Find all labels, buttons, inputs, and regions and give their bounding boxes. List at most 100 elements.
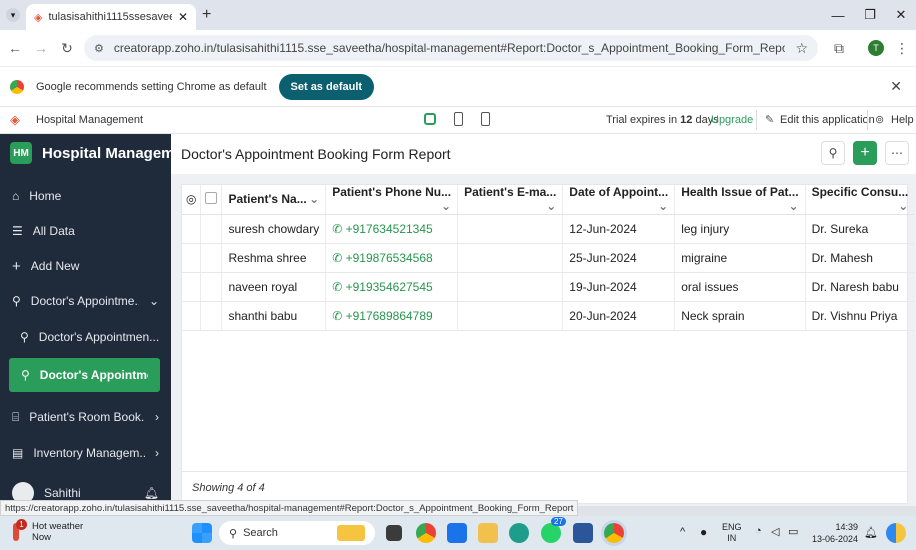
plus-icon: + [12, 257, 21, 275]
sidebar-item-inventory-management[interactable]: ▤ Inventory Managem... › [0, 436, 171, 470]
close-tab-icon[interactable]: ✕ [178, 10, 188, 24]
table-header-row: ◎ Patient's Na... ⌄ Patient's Phone Nu..… [182, 185, 915, 215]
whatsapp-icon[interactable]: 27 [541, 517, 566, 543]
cell-consultant: Dr. Mahesh [805, 243, 915, 273]
browser-menu-icon[interactable]: ⋮ [893, 39, 911, 57]
restore-icon[interactable]: ❐ [855, 5, 885, 25]
tray-chevron-up-icon[interactable]: ^ [680, 526, 685, 538]
bell-icon[interactable]: 🔔︎ [144, 486, 159, 500]
volume-icon[interactable]: ◁ [771, 525, 779, 538]
help-icon: ⊚ [875, 114, 885, 126]
sidebar-item-doctors-appointment-report[interactable]: ⚲ Doctor's Appointmen... [9, 358, 160, 392]
address-bar[interactable]: ⚙ creatorapp.zoho.in/tulasisahithi1115.s… [84, 35, 818, 61]
more-options-icon[interactable]: ⋯ [885, 141, 909, 165]
clock[interactable]: 14:39 13-06-2024 [812, 521, 858, 545]
location-pin-icon: ⚲ [20, 330, 29, 344]
column-header-patient-name[interactable]: Patient's Na... ⌄ [221, 185, 327, 215]
view-settings-icon[interactable]: ◎ [182, 185, 202, 215]
table-row[interactable]: Reshma shree ✆ +919876534568 25-Jun-2024… [182, 243, 915, 273]
upgrade-link[interactable]: Upgrade [711, 114, 753, 126]
sidebar-item-doctors-appointment-form[interactable]: ⚲ Doctor's Appointmen... [0, 320, 171, 354]
taskbar-search[interactable]: ⚲ Search [219, 521, 375, 545]
home-icon: ⌂ [12, 189, 20, 203]
close-infobar-icon[interactable]: ✕ [890, 78, 902, 95]
cell-email [457, 243, 564, 273]
select-all-checkbox[interactable] [200, 185, 223, 215]
browser-tab[interactable]: ◈ tulasisahithi1115ssesavee - Hos ✕ [26, 4, 196, 30]
sidebar-item-patients-room-booking[interactable]: ⌸ Patient's Room Book... › [0, 400, 171, 434]
add-record-button[interactable]: + [853, 141, 877, 165]
forward-icon[interactable]: → [32, 39, 50, 57]
profile-avatar[interactable]: T [868, 40, 884, 56]
windows-start-icon[interactable] [192, 523, 212, 543]
bookmark-star-icon[interactable]: ☆ [795, 40, 808, 57]
chevron-down-icon: ⌄ [658, 199, 669, 214]
mobile-view-icon[interactable] [481, 112, 490, 126]
weather-widget[interactable]: 1 Hot weather Now [8, 519, 83, 543]
site-info-icon[interactable]: ⚙ [94, 42, 104, 55]
table-row[interactable]: naveen royal ✆ +919354627545 19-Jun-2024… [182, 272, 915, 302]
cell-phone[interactable]: ✆ +919876534568 [325, 243, 459, 273]
clock-date: 13-06-2024 [812, 534, 859, 544]
back-icon[interactable]: ← [6, 39, 24, 57]
copilot-icon[interactable] [886, 523, 906, 543]
edit-pencil-icon: ✎ [765, 114, 775, 126]
cell-patient-name: naveen royal [221, 272, 327, 302]
notification-bell-icon[interactable]: 🔔︎ [864, 526, 878, 539]
cell-phone[interactable]: ✆ +919354627545 [325, 272, 459, 302]
table-row[interactable]: suresh chowdary ✆ +917634521345 12-Jun-2… [182, 214, 915, 244]
file-explorer-icon[interactable] [478, 523, 498, 543]
close-window-icon[interactable]: ✕ [886, 5, 916, 25]
thermometer-icon: 1 [8, 519, 27, 543]
lang: ENG [722, 522, 742, 532]
column-header-date[interactable]: Date of Appoint... ⌄ [562, 185, 676, 215]
phone-icon: ✆ [332, 308, 346, 323]
row-spacer [182, 301, 202, 331]
reload-icon[interactable]: ↻ [58, 39, 76, 57]
column-header-health-issue[interactable]: Health Issue of Pat... ⌄ [674, 185, 806, 215]
zoho-creator-icon[interactable]: ◈ [10, 112, 20, 128]
chevron-down-icon: ⌄ [788, 199, 799, 214]
tab-search-icon[interactable]: ▾ [6, 8, 20, 22]
sidebar-item-all-data[interactable]: ☰ All Data [0, 214, 171, 248]
store-icon[interactable] [447, 523, 467, 543]
language-indicator[interactable]: ENG IN [722, 522, 742, 544]
column-label: Date of Appoint... [569, 185, 669, 200]
battery-icon[interactable]: ▭ [788, 525, 798, 538]
minimize-icon[interactable]: — [823, 5, 853, 25]
zoho-favicon-icon: ◈ [34, 11, 43, 24]
sidebar-item-label: Add New [30, 259, 80, 273]
sidebar-item-home[interactable]: ⌂ Home [0, 179, 171, 213]
sidebar-item-label: Doctor's Appointmen... [38, 330, 159, 344]
cell-health-issue: migraine [674, 243, 806, 273]
task-view-icon[interactable] [386, 525, 402, 541]
cell-phone[interactable]: ✆ +917634521345 [325, 214, 459, 244]
edit-application-link[interactable]: Edit this application [780, 114, 875, 126]
cell-phone[interactable]: ✆ +917689864789 [325, 301, 459, 331]
help-link[interactable]: Help [891, 114, 914, 126]
sidebar-item-doctors-appointment-section[interactable]: ⚲ Doctor's Appointme... ⌄ [0, 284, 171, 318]
search-icon[interactable]: ⚲ [821, 141, 845, 165]
column-header-phone[interactable]: Patient's Phone Nu... ⌄ [325, 185, 459, 215]
column-header-email[interactable]: Patient's E-ma... ⌄ [457, 185, 564, 215]
tablet-view-icon[interactable] [454, 112, 463, 126]
extensions-icon[interactable]: ⧉ [830, 39, 848, 57]
chevron-down-icon: ⌄ [309, 192, 320, 207]
sidebar-item-add-new[interactable]: + Add New [0, 249, 171, 283]
edge-icon[interactable] [509, 523, 529, 543]
report-table: ◎ Patient's Na... ⌄ Patient's Phone Nu..… [182, 185, 915, 331]
tray-app-icon[interactable]: ● [700, 525, 707, 539]
user-name: Sahithi [44, 486, 81, 500]
column-header-consultant[interactable]: Specific Consu... ⌄ [805, 185, 915, 215]
cell-patient-name: shanthi babu [221, 301, 327, 331]
page-title: Doctor's Appointment Booking Form Report [181, 146, 451, 162]
desktop-view-icon[interactable] [424, 113, 436, 125]
new-tab-icon[interactable]: + [202, 6, 211, 24]
table-row[interactable]: shanthi babu ✆ +917689864789 20-Jun-2024… [182, 301, 915, 331]
chrome-active-icon[interactable] [604, 523, 624, 543]
chrome-taskbar-icon[interactable] [416, 523, 436, 543]
set-as-default-button[interactable]: Set as default [278, 73, 375, 100]
wifi-icon[interactable]: ◔ [755, 525, 762, 537]
word-icon[interactable] [573, 523, 593, 543]
cell-date: 12-Jun-2024 [562, 214, 676, 244]
